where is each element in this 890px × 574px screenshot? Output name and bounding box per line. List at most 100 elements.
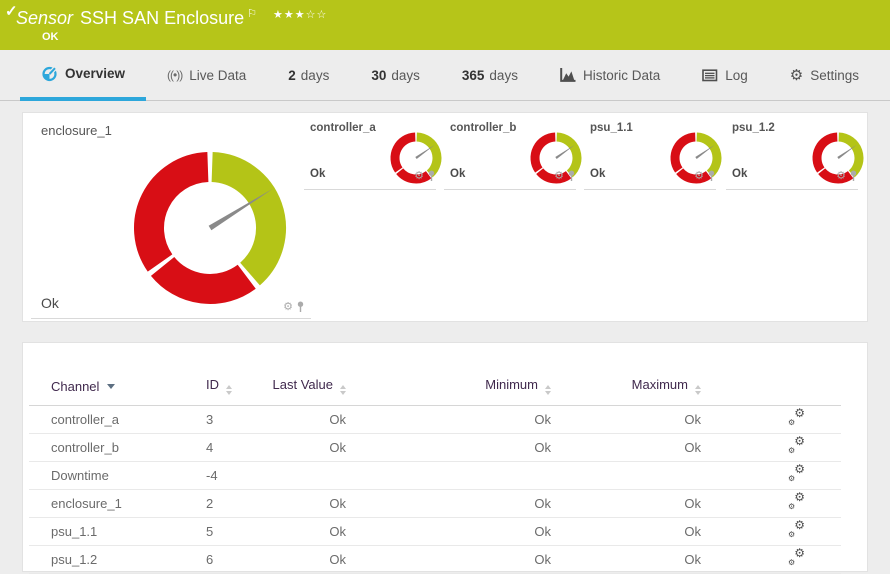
cell-last-value: Ok <box>266 405 346 434</box>
tab-log[interactable]: Log <box>681 50 769 100</box>
gauges-panel: enclosure_1 Ok ⚙ controller_a Ok ⚙ contr… <box>22 112 868 322</box>
channel-settings-icon[interactable]: ⚙ ⚙ <box>788 463 805 483</box>
gauge-title: controller_a <box>310 122 376 134</box>
cell-minimum: Ok <box>346 433 551 462</box>
tab-label: Settings <box>810 67 859 83</box>
gauge-title: enclosure_1 <box>41 123 112 138</box>
table-header-row: Channel ID Last Value Minimum Maximum <box>29 371 841 406</box>
tab-2-days[interactable]: 2 days <box>267 50 350 100</box>
sort-desc-icon <box>107 383 116 389</box>
cell-maximum: Ok <box>551 517 701 546</box>
tab-historic-data[interactable]: Historic Data <box>539 50 681 100</box>
gauge-title: psu_1.1 <box>590 122 633 134</box>
cell-last-value: Ok <box>266 517 346 546</box>
cell-id: -4 <box>206 461 266 490</box>
tab-label: days <box>489 67 518 83</box>
cell-last-value <box>266 461 346 490</box>
tab-label: days <box>300 67 330 83</box>
tab-overview[interactable]: Overview <box>20 50 147 101</box>
status-gauge <box>134 152 286 304</box>
tab-365-days[interactable]: 365 days <box>441 50 539 100</box>
channel-settings-icon[interactable]: ⚙ ⚙ <box>788 491 805 511</box>
tab-label: Live Data <box>189 67 247 83</box>
cell-channel: controller_a <box>29 405 206 434</box>
column-header-last-value[interactable]: Last Value <box>266 371 346 406</box>
tab-30-days[interactable]: 30 days <box>350 50 441 100</box>
cell-id: 2 <box>206 489 266 518</box>
object-kind-label: Sensor <box>16 8 74 28</box>
channel-settings-icon[interactable]: ⚙ ⚙ <box>788 519 805 539</box>
cell-last-value: Ok <box>266 489 346 518</box>
panel-icon-group: ⚙ <box>836 170 858 182</box>
pin-icon[interactable] <box>296 301 305 313</box>
gauge-panel-controller-b: controller_b Ok ⚙ <box>444 115 582 190</box>
panel-gear-icon[interactable]: ⚙ <box>283 301 293 313</box>
panel-gear-icon[interactable]: ⚙ <box>554 170 564 182</box>
status-badge: OK <box>42 31 59 43</box>
tab-label: Overview <box>65 66 126 81</box>
cell-maximum: Ok <box>551 433 701 462</box>
cell-id: 6 <box>206 545 266 574</box>
panel-gear-icon[interactable]: ⚙ <box>414 170 424 182</box>
stars-empty: ☆☆ <box>305 9 328 21</box>
pin-icon[interactable] <box>427 170 436 182</box>
gauge-status: Ok <box>41 295 59 311</box>
column-label: Last Value <box>272 377 333 392</box>
gauge-status: Ok <box>310 168 326 180</box>
channel-row-psu-1-2: psu_1.2 6 Ok Ok Ok ⚙ ⚙ <box>29 545 841 574</box>
cell-maximum <box>551 461 701 490</box>
gauge-title: controller_b <box>450 122 517 134</box>
live-data-icon: ((•)) <box>167 68 183 82</box>
channel-row-psu-1-1: psu_1.1 5 Ok Ok Ok ⚙ ⚙ <box>29 517 841 546</box>
column-header-settings <box>701 371 841 406</box>
column-label: Maximum <box>631 377 688 392</box>
cell-minimum <box>346 461 551 490</box>
panel-gear-icon[interactable]: ⚙ <box>836 170 846 182</box>
channel-row-controller-a: controller_a 3 Ok Ok Ok ⚙ ⚙ <box>29 405 841 434</box>
tab-live-data[interactable]: ((•)) Live Data <box>146 50 267 100</box>
cell-id: 4 <box>206 433 266 462</box>
cell-last-value: Ok <box>266 545 346 574</box>
channel-settings-icon[interactable]: ⚙ ⚙ <box>788 435 805 455</box>
tab-label: Log <box>725 67 748 83</box>
panel-gear-icon[interactable]: ⚙ <box>694 170 704 182</box>
channels-table-panel: Channel ID Last Value Minimum Maximum co… <box>22 342 868 574</box>
column-header-id[interactable]: ID <box>206 371 266 406</box>
page-title: SSH SAN Enclosure <box>80 8 245 28</box>
sort-icon <box>340 385 346 395</box>
pin-icon[interactable] <box>849 170 858 182</box>
channel-row-controller-b: controller_b 4 Ok Ok Ok ⚙ ⚙ <box>29 433 841 462</box>
cell-maximum: Ok <box>551 545 701 574</box>
column-label: Channel <box>51 378 100 394</box>
tab-label: days <box>391 67 420 83</box>
historic-chart-icon <box>560 68 576 82</box>
cell-maximum: Ok <box>551 489 701 518</box>
flag-icon[interactable]: ⚐ <box>247 8 257 20</box>
tab-number: 30 <box>371 67 387 83</box>
cell-minimum: Ok <box>346 405 551 434</box>
tab-bar: Overview ((•)) Live Data 2 days 30 days … <box>0 50 890 101</box>
gauge-icon <box>42 66 58 82</box>
column-header-minimum[interactable]: Minimum <box>346 371 551 406</box>
settings-gear-icon: ⚙ <box>789 66 804 84</box>
column-header-channel[interactable]: Channel <box>29 371 206 406</box>
cell-last-value: Ok <box>266 433 346 462</box>
sensor-title-line: Sensor SSH SAN Enclosure ⚐ ★★★☆☆ <box>16 3 890 29</box>
pin-icon[interactable] <box>567 170 576 182</box>
cell-minimum: Ok <box>346 489 551 518</box>
cell-minimum: Ok <box>346 517 551 546</box>
channel-settings-icon[interactable]: ⚙ ⚙ <box>788 547 805 567</box>
log-icon <box>702 68 718 81</box>
column-label: Minimum <box>485 377 538 392</box>
panel-icon-group: ⚙ <box>283 301 305 313</box>
sort-icon <box>226 385 232 395</box>
tab-number: 2 <box>288 67 296 83</box>
channel-settings-icon[interactable]: ⚙ ⚙ <box>788 407 805 427</box>
cell-channel: controller_b <box>29 433 206 462</box>
tab-number: 365 <box>461 67 485 83</box>
column-header-maximum[interactable]: Maximum <box>551 371 701 406</box>
priority-stars[interactable]: ★★★☆☆ <box>273 9 327 21</box>
gauge-panel-controller-a: controller_a Ok ⚙ <box>304 115 442 190</box>
tab-settings[interactable]: ⚙ Settings <box>769 50 880 100</box>
pin-icon[interactable] <box>707 170 716 182</box>
